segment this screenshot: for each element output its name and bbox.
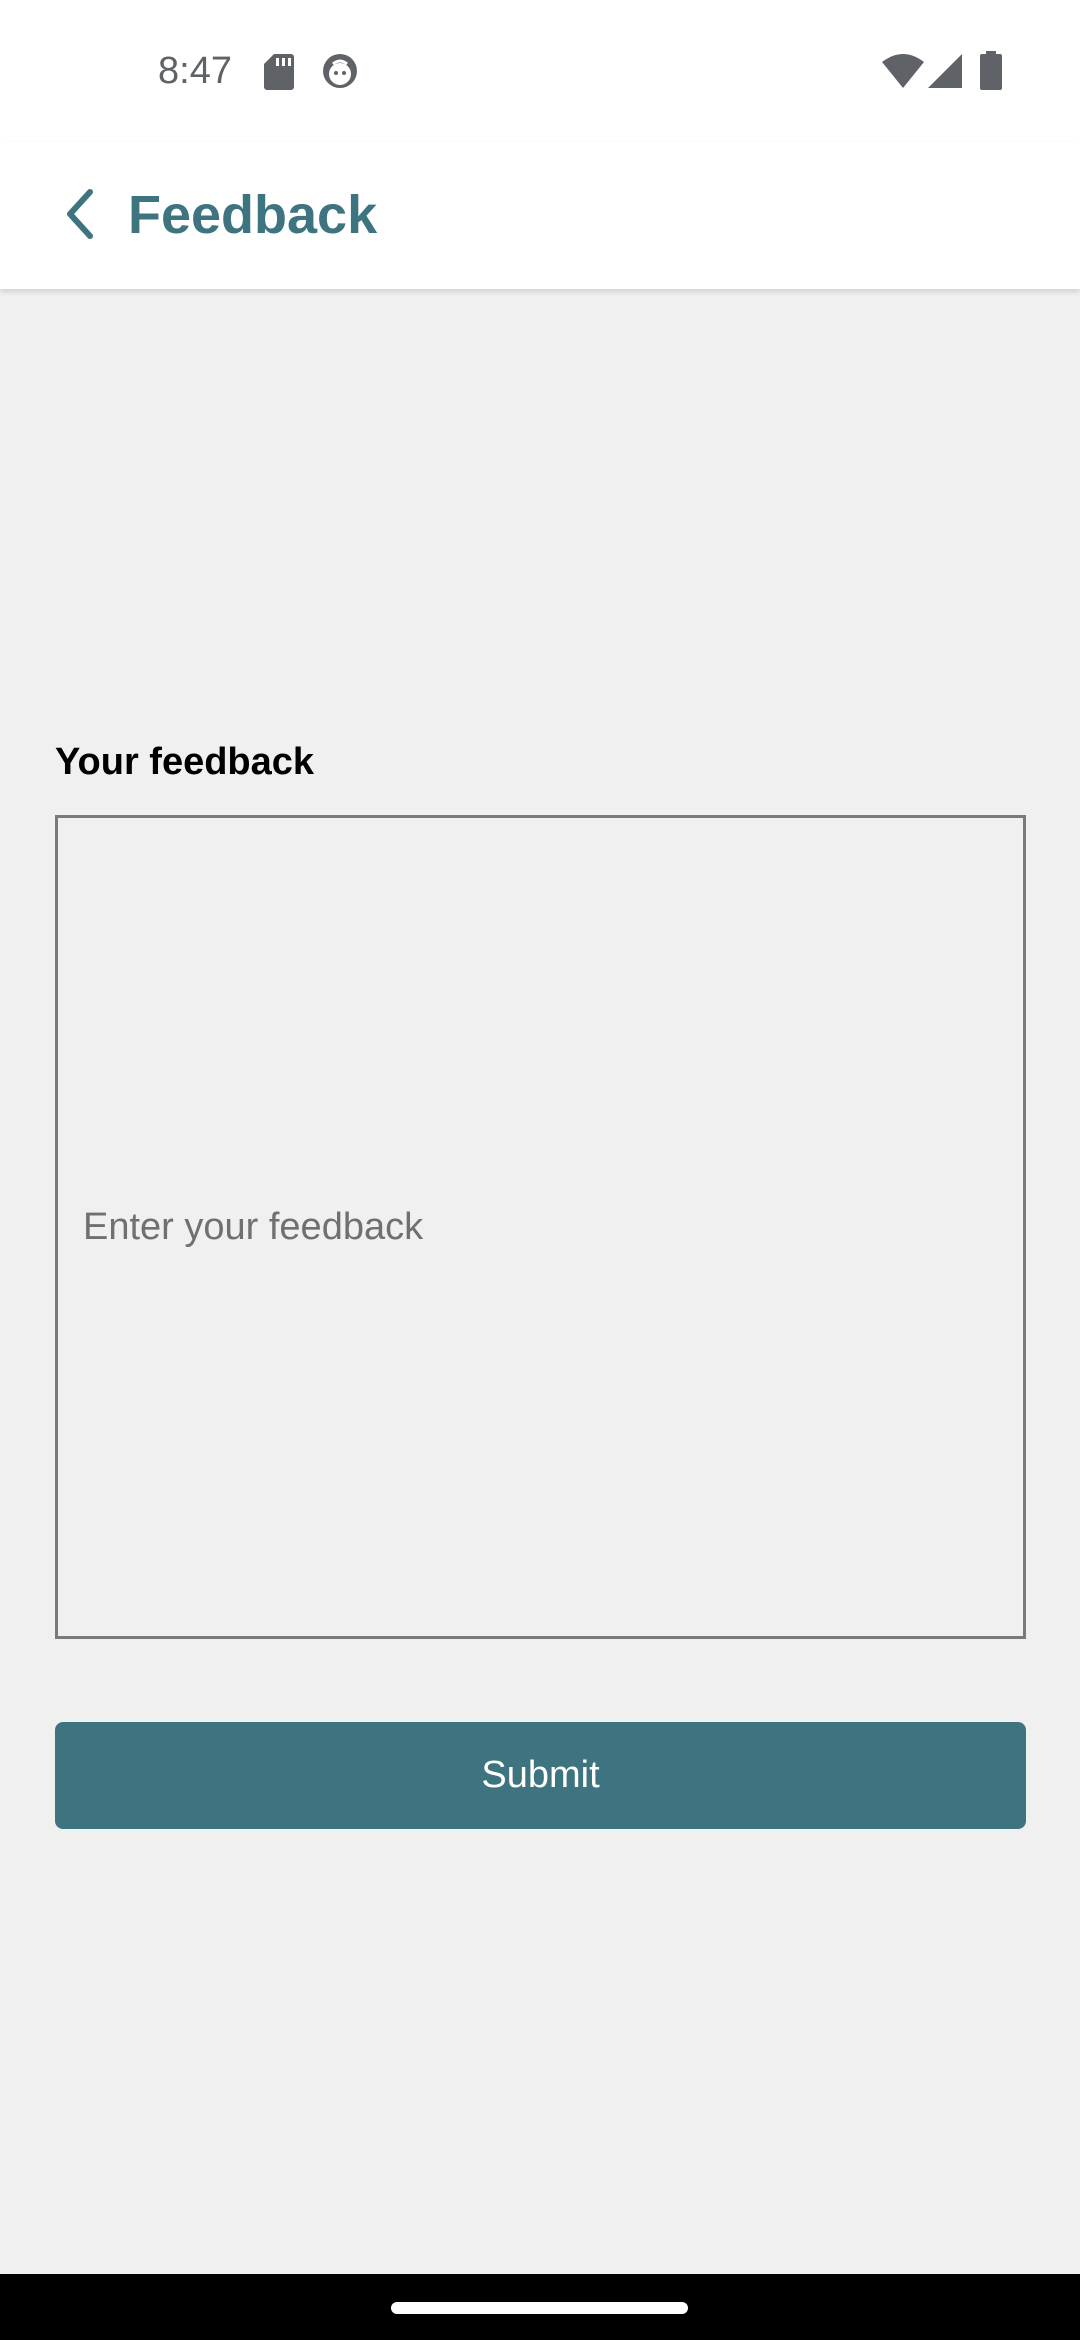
feedback-label: Your feedback — [55, 741, 315, 783]
home-handle[interactable] — [391, 2302, 688, 2314]
feedback-input[interactable] — [55, 815, 1026, 1639]
cell-signal-icon — [928, 54, 962, 88]
app-bar: Feedback — [0, 142, 1080, 289]
submit-button[interactable]: Submit — [55, 1722, 1026, 1829]
status-bar: 8:47 — [0, 0, 1080, 142]
navigation-bar — [0, 2274, 1080, 2340]
sd-card-icon — [264, 54, 294, 90]
wifi-icon — [882, 54, 924, 88]
back-button[interactable] — [40, 174, 120, 254]
chevron-left-icon — [67, 189, 93, 239]
battery-icon — [980, 51, 1002, 90]
status-time: 8:47 — [158, 50, 232, 92]
page-title: Feedback — [128, 185, 378, 245]
notification-face-icon — [323, 54, 357, 88]
